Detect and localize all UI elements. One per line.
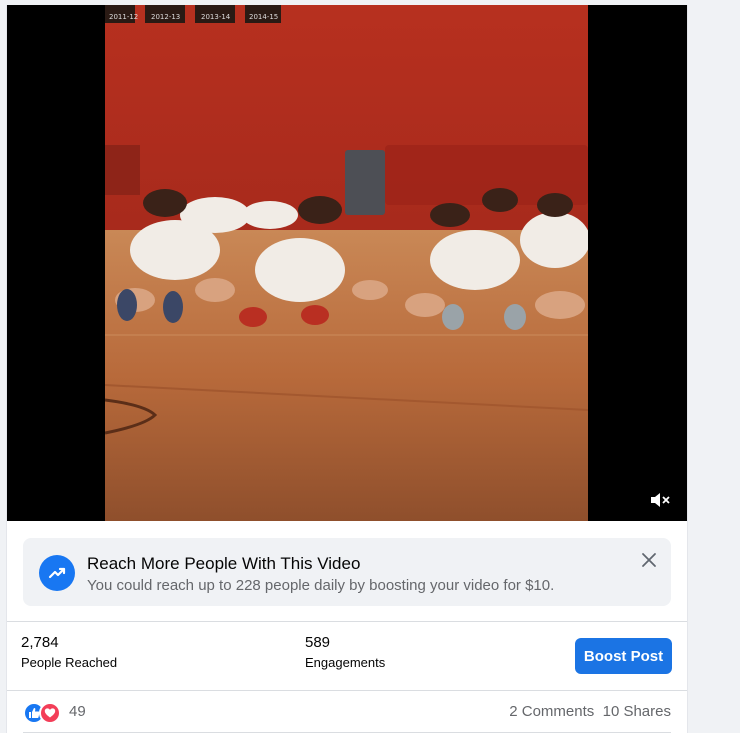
divider: [7, 690, 687, 691]
post-card: 2011-12 2012-13 2013-14 2014-15 Reach Mo…: [6, 5, 688, 733]
volume-muted-icon: [651, 493, 670, 507]
engagements-label: Engagements: [305, 655, 386, 670]
people-reached-label: People Reached: [21, 655, 118, 670]
engagements-value: 589: [305, 634, 331, 651]
engagement-links: 2 Comments 10 Shares: [509, 703, 671, 720]
people-reached-value: 2,784: [21, 634, 59, 651]
comments-link[interactable]: 2 Comments: [509, 703, 594, 720]
banner-label: 2014-15: [249, 13, 278, 21]
promo-title: Reach More People With This Video: [87, 554, 361, 573]
video-still-image: 2011-12 2012-13 2013-14 2014-15: [105, 5, 588, 521]
boost-promo-banner: Reach More People With This Video You co…: [23, 538, 671, 606]
reaction-count[interactable]: 49: [69, 703, 86, 720]
divider: [7, 621, 687, 622]
love-icon: [39, 702, 61, 724]
shares-link[interactable]: 10 Shares: [603, 703, 671, 720]
promo-description: You could reach up to 228 people daily b…: [87, 577, 555, 594]
video-player[interactable]: 2011-12 2012-13 2013-14 2014-15: [7, 5, 687, 521]
banner-label: 2012-13: [151, 13, 180, 21]
banner-label: 2013-14: [201, 13, 231, 21]
trending-up-icon: [39, 555, 75, 591]
boost-post-button[interactable]: Boost Post: [575, 638, 672, 674]
banner-label: 2011-12: [109, 13, 138, 21]
mute-toggle[interactable]: [649, 491, 671, 509]
close-icon[interactable]: [639, 550, 659, 570]
video-frame[interactable]: 2011-12 2012-13 2013-14 2014-15: [105, 5, 588, 521]
